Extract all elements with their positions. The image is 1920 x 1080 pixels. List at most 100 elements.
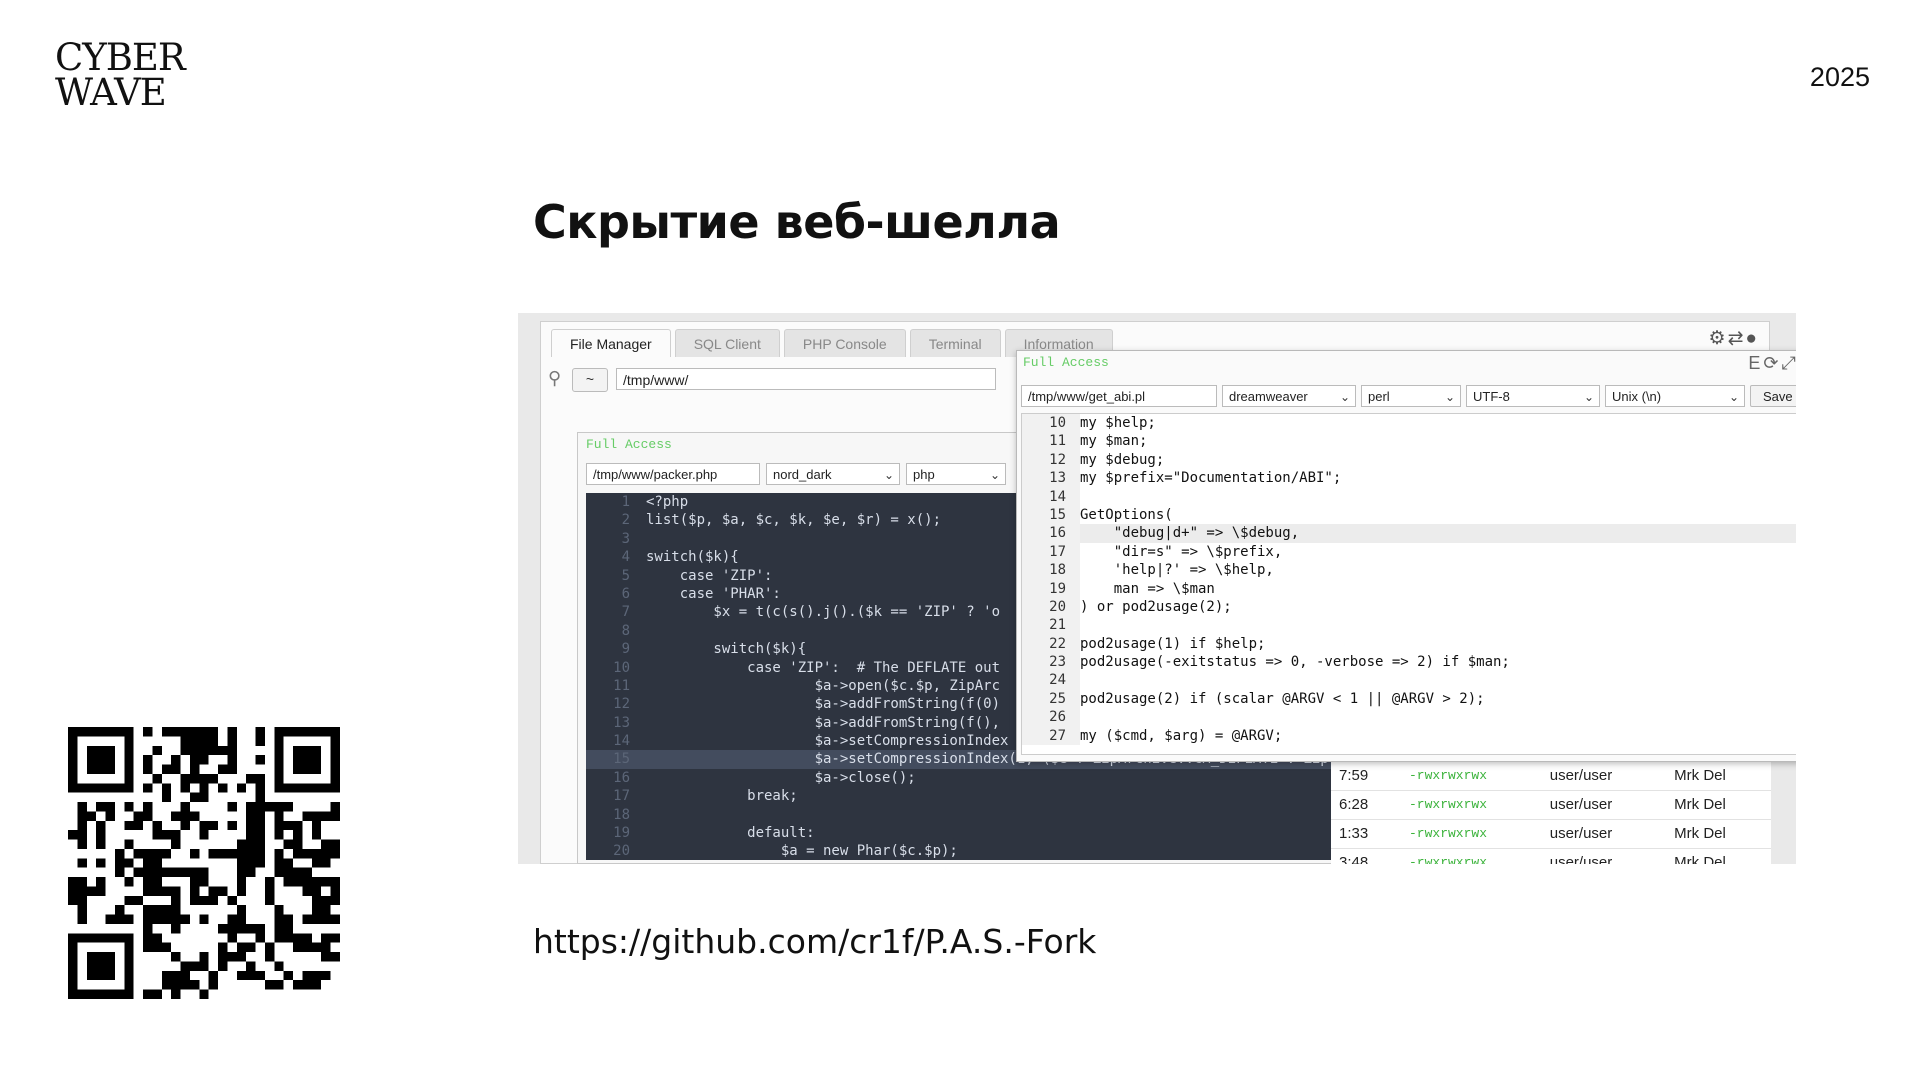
line-number: 10: [613, 659, 630, 676]
time-cell: 6:28: [1339, 796, 1369, 813]
line-number: 20: [613, 843, 630, 860]
encoding-select[interactable]: UTF-8 ⌄: [1466, 385, 1600, 407]
line-text: <?php: [646, 494, 689, 510]
line-number: 26: [1022, 708, 1080, 727]
table-row[interactable]: 1:33 -rwxrwxrwx user/user Mrk Del: [1331, 820, 1771, 849]
line-number: 19: [613, 825, 630, 842]
table-row[interactable]: 7:59 -rwxrwxrwx user/user Mrk Del: [1331, 762, 1771, 791]
line-number: 25: [1022, 689, 1080, 709]
cyberwave-logo: CYBER WAVE: [55, 36, 186, 114]
code-line: 13 my $prefix="Documentation/ABI";: [1022, 469, 1796, 488]
table-row[interactable]: 3:48 -rwxrwxrwx user/user Mrk Del: [1331, 849, 1771, 864]
line-text: "debug|d+" => \$debug,: [1080, 525, 1300, 542]
eol-select[interactable]: Unix (\n) ⌄: [1605, 385, 1745, 407]
file-path-text: /tmp/www/get_abi.pl: [1028, 389, 1146, 404]
line-text: my $man;: [1080, 433, 1148, 450]
actions-cell[interactable]: Mrk Del: [1655, 849, 1745, 864]
save-button[interactable]: Save: [1750, 385, 1796, 407]
tab-sql-client[interactable]: SQL Client: [674, 329, 780, 357]
line-number: 15: [613, 751, 630, 768]
line-text: case 'ZIP':: [646, 567, 773, 584]
theme-select[interactable]: dreamweaver ⌄: [1222, 385, 1356, 407]
chevron-down-icon: ⌄: [1728, 390, 1739, 404]
code-line: 22 pod2usage(1) if $help;: [1022, 634, 1796, 654]
edit-icon[interactable]: E: [1748, 353, 1763, 373]
line-text: switch($k){: [646, 549, 739, 566]
line-number: 23: [1022, 653, 1080, 672]
file-path-field[interactable]: /tmp/www/packer.php: [586, 463, 760, 485]
gear-icon[interactable]: ⚙: [1709, 327, 1728, 350]
repository-url[interactable]: https://github.com/cr1f/P.A.S.-Fork: [533, 922, 1096, 961]
path-input[interactable]: /tmp/www/: [616, 368, 996, 390]
slide-title: Скрытие веб-шелла: [533, 195, 1061, 249]
line-number: 2: [621, 512, 630, 529]
line-text: "dir=s" => \$prefix,: [1080, 543, 1283, 560]
time-cell: 1:33: [1339, 825, 1369, 842]
line-number: 4: [621, 549, 630, 566]
code-line: 12 my $debug;: [1022, 450, 1796, 470]
php-editor-toolbar: /tmp/www/packer.php nord_dark ⌄ php ⌄: [586, 463, 1006, 487]
line-number: 5: [621, 567, 630, 584]
actions-cell[interactable]: Mrk Del: [1655, 820, 1745, 848]
code-line: 18 'help|?' => \$help,: [1022, 561, 1796, 580]
actions-cell[interactable]: Mrk Del: [1655, 791, 1745, 819]
code-line: 17 break;: [586, 787, 1376, 805]
time-cell: 7:59: [1339, 767, 1369, 784]
line-text: ) or pod2usage(2);: [1080, 598, 1232, 615]
tab-php-console[interactable]: PHP Console: [783, 329, 906, 357]
permissions-cell: -rwxrwxrwx: [1408, 826, 1487, 841]
theme-value: dreamweaver: [1229, 389, 1308, 404]
code-line: 17 "dir=s" => \$prefix,: [1022, 542, 1796, 562]
expand-icon[interactable]: ⤢: [1782, 353, 1797, 373]
line-text: GetOptions(: [1080, 506, 1173, 523]
mode-select[interactable]: php ⌄: [906, 463, 1006, 485]
line-text: man => \$man: [1080, 580, 1215, 597]
line-text: 'help|?' => \$help,: [1080, 562, 1274, 579]
line-text: list($p, $a, $c, $k, $e, $r) = x();: [646, 512, 942, 529]
window-controls: E⟳⤢✕: [1748, 353, 1796, 374]
logo-line-1: CYBER: [55, 36, 186, 79]
refresh-icon[interactable]: ⟳: [1763, 353, 1781, 373]
time-cell: 3:48: [1339, 854, 1369, 864]
line-number: 18: [613, 806, 630, 823]
chevron-down-icon: ⌄: [1444, 390, 1455, 404]
chevron-down-icon: ⌄: [883, 468, 894, 482]
code-line: 26: [1022, 708, 1796, 727]
line-number: 24: [1022, 671, 1080, 690]
line-text: $a = new Phar($c.$p);: [646, 843, 958, 860]
line-text: $a->setCompressionIndex: [646, 733, 1009, 750]
line-number: 14: [1022, 487, 1080, 506]
code-line: 19 man => \$man: [1022, 579, 1796, 598]
code-line: 14: [1022, 487, 1796, 506]
perl-code-area[interactable]: 10 my $help; 11 my $man; 12 my $debug; 13 my $p…: [1021, 413, 1796, 755]
tab-terminal[interactable]: Terminal: [909, 329, 1001, 357]
code-line: 16 "debug|d+" => \$debug,: [1022, 524, 1796, 543]
search-icon[interactable]: ⚲: [548, 368, 561, 389]
line-number: 17: [613, 788, 630, 805]
eol-value: Unix (\n): [1612, 389, 1662, 404]
line-number: 6: [621, 585, 630, 602]
line-number: 15: [1022, 505, 1080, 525]
logo-line-2: WAVE: [55, 71, 167, 114]
code-line: 18: [586, 806, 1376, 824]
transfer-icon[interactable]: ⇄: [1728, 327, 1746, 350]
mode-value: perl: [1368, 389, 1390, 404]
code-line: 11 my $man;: [1022, 432, 1796, 451]
mode-select[interactable]: perl ⌄: [1361, 385, 1461, 407]
table-row[interactable]: 6:28 -rwxrwxrwx user/user Mrk Del: [1331, 791, 1771, 820]
qr-code: [68, 727, 340, 999]
permissions-cell: -rwxrwxrwx: [1408, 768, 1487, 783]
theme-select[interactable]: nord_dark ⌄: [766, 463, 900, 485]
path-bar: ⚲ ~ /tmp/www/: [546, 366, 1006, 392]
file-path-field[interactable]: /tmp/www/get_abi.pl: [1021, 385, 1217, 407]
chevron-down-icon: ⌄: [1583, 390, 1594, 404]
line-text: pod2usage(1) if $help;: [1080, 635, 1266, 652]
actions-cell[interactable]: Mrk Del: [1655, 762, 1745, 790]
tab-file-manager[interactable]: File Manager: [551, 329, 671, 357]
home-button[interactable]: ~: [572, 368, 608, 392]
line-text: my $prefix="Documentation/ABI";: [1080, 470, 1342, 487]
code-line: 27 my ($cmd, $arg) = @ARGV;: [1022, 726, 1796, 746]
line-number: 13: [613, 714, 630, 731]
permissions-cell: -rwxrwxrwx: [1408, 797, 1487, 812]
perl-editor-window: Full Access E⟳⤢✕ /tmp/www/get_abi.pl dre…: [1016, 350, 1796, 762]
